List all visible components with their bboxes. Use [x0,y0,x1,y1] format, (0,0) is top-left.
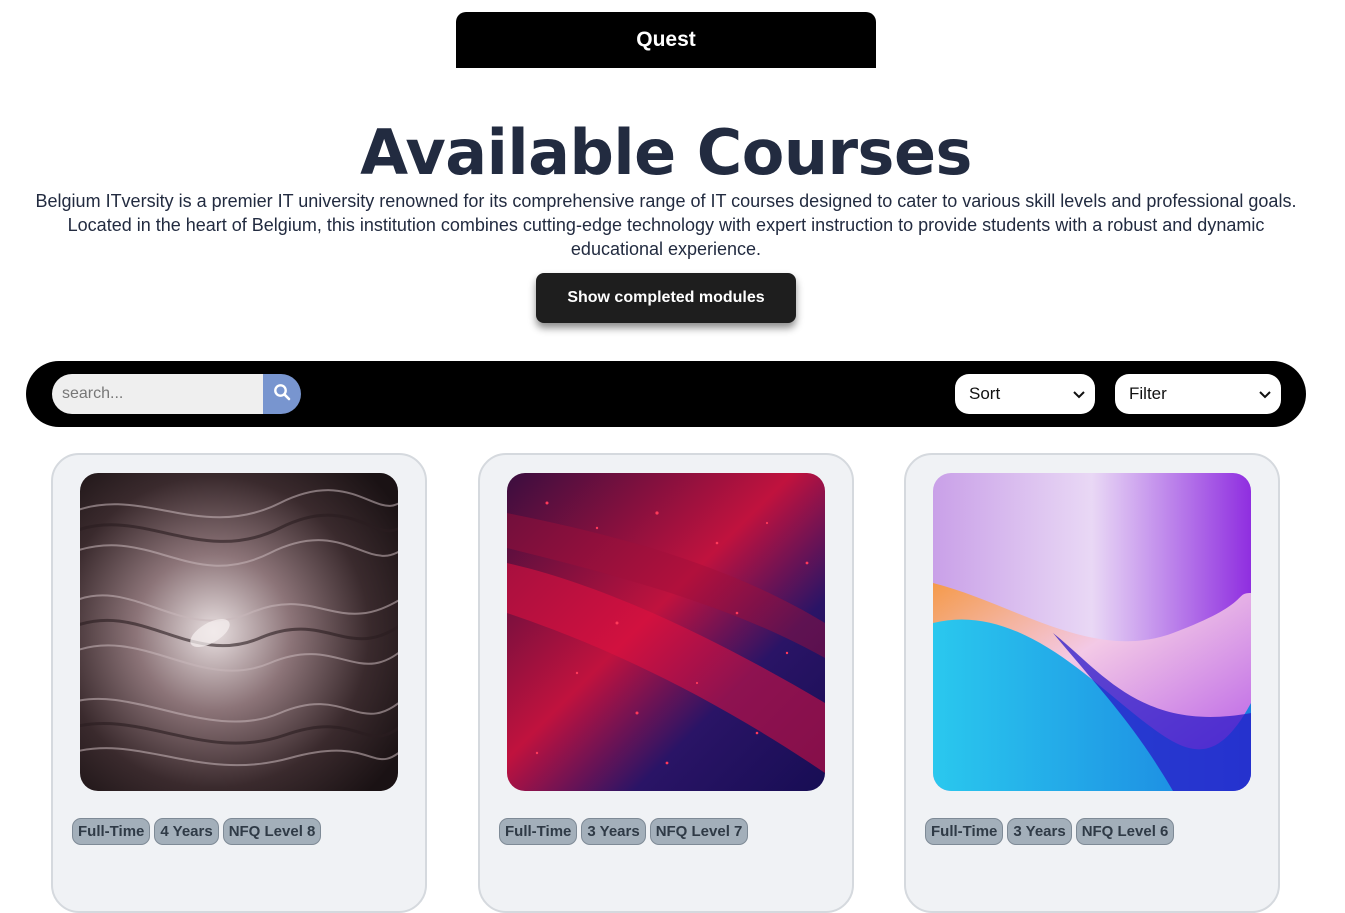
course-card[interactable]: Full-Time 3 Years NFQ Level 7 [478,453,854,913]
course-tags: Full-Time 3 Years NFQ Level 6 [925,818,1175,845]
page-title: Available Courses [360,116,972,189]
sort-select-value: Sort [969,384,1001,403]
course-card[interactable]: Full-Time 3 Years NFQ Level 6 [904,453,1280,913]
course-tags: Full-Time 4 Years NFQ Level 8 [72,818,322,845]
app-header: Quest [456,12,876,68]
course-image-marble [80,473,398,791]
filter-select[interactable]: Filter [1115,374,1281,414]
filter-select-value: Filter [1129,384,1167,403]
course-tags: Full-Time 3 Years NFQ Level 7 [499,818,749,845]
tag-nfq-level: NFQ Level 6 [1075,818,1175,845]
tag-duration: 3 Years [581,818,646,845]
intro-paragraph: Belgium ITversity is a premier IT univer… [35,191,1297,259]
chevron-down-icon [1073,384,1085,404]
app-title: Quest [636,28,696,51]
show-completed-modules-button[interactable]: Show completed modules [536,273,796,323]
search-icon [273,383,291,406]
tag-nfq-level: NFQ Level 8 [222,818,322,845]
tag-study-mode: Full-Time [72,818,151,845]
tag-duration: 4 Years [154,818,219,845]
tag-nfq-level: NFQ Level 7 [649,818,749,845]
sort-select[interactable]: Sort [955,374,1095,414]
chevron-down-icon [1259,384,1271,404]
search-toolbar: Sort Filter [26,361,1306,427]
course-image-waves [933,473,1251,791]
tag-study-mode: Full-Time [925,818,1004,845]
search-input[interactable] [52,374,264,414]
course-image-galaxy [507,473,825,791]
tag-duration: 3 Years [1007,818,1072,845]
tag-study-mode: Full-Time [499,818,578,845]
course-card[interactable]: Full-Time 4 Years NFQ Level 8 [51,453,427,913]
